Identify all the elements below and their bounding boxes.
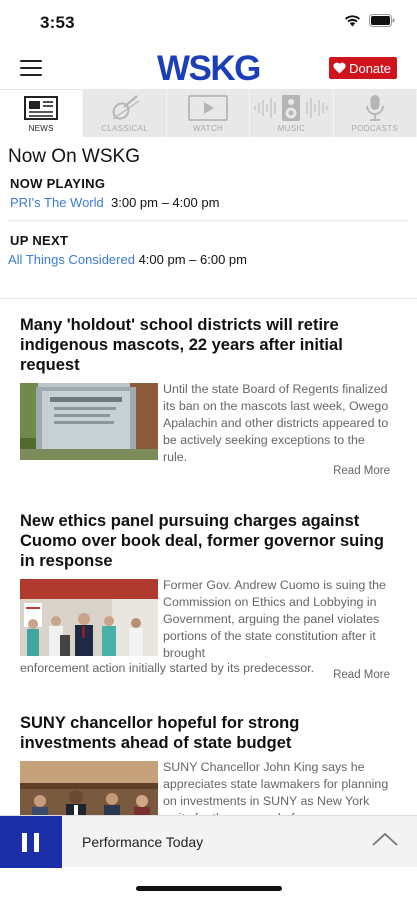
tab-label: MUSIC <box>277 124 306 133</box>
article-summary: Until the state Board of Regents finaliz… <box>163 382 389 464</box>
article-title[interactable]: New ethics panel pursuing charges agains… <box>20 511 392 571</box>
now-playing-show-link[interactable]: PRI's The World <box>10 195 104 210</box>
tab-music[interactable]: MUSIC <box>250 90 334 137</box>
microphone-icon <box>365 95 384 121</box>
tab-label: PODCASTS <box>351 124 399 133</box>
tab-label: WATCH <box>193 124 223 133</box>
violin-icon <box>112 95 139 120</box>
now-playing-label: NOW PLAYING <box>10 176 106 191</box>
wskg-logo[interactable]: WSKG <box>157 49 261 89</box>
battery-icon <box>369 14 395 27</box>
home-indicator <box>136 886 282 891</box>
status-time: 3:53 <box>40 13 75 32</box>
article-title[interactable]: SUNY chancellor hopeful for strong inves… <box>20 713 392 753</box>
article-thumbnail[interactable] <box>20 383 158 460</box>
wifi-icon <box>345 15 360 27</box>
mini-player: Performance Today <box>0 815 417 868</box>
heart-icon <box>333 62 346 74</box>
up-next-label: UP NEXT <box>10 233 69 248</box>
tab-watch[interactable]: WATCH <box>166 90 251 137</box>
article-title[interactable]: Many 'holdout' school districts will ret… <box>20 315 392 375</box>
play-screen-icon <box>188 95 228 121</box>
pause-button[interactable] <box>0 816 62 868</box>
article-card: New ethics panel pursuing charges agains… <box>20 511 392 681</box>
tab-news[interactable]: NEWS <box>0 90 84 137</box>
tab-podcasts[interactable]: PODCASTS <box>333 90 417 137</box>
section-tabs: NEWS CLASSICAL WATCH MUSIC PODCASTS <box>0 90 417 137</box>
pause-icon-bar <box>34 833 39 852</box>
app-header: WSKG Donate <box>0 46 417 90</box>
newspaper-icon <box>24 96 59 120</box>
tab-classical[interactable]: CLASSICAL <box>83 90 167 137</box>
up-next-row: All Things Considered 4:00 pm – 6:00 pm <box>8 252 247 267</box>
speaker-icon <box>254 95 329 121</box>
up-next-show-link[interactable]: All Things Considered <box>8 252 135 267</box>
article-summary: Former Gov. Andrew Cuomo is suing the Co… <box>163 578 386 660</box>
donate-label: Donate <box>349 60 391 76</box>
status-icons <box>344 14 395 27</box>
read-more-link[interactable]: Read More <box>333 465 390 477</box>
up-next-time: 4:00 pm – 6:00 pm <box>138 252 247 267</box>
tab-label: CLASSICAL <box>101 124 148 133</box>
article-card: SUNY chancellor hopeful for strong inves… <box>20 713 392 838</box>
section-divider <box>0 298 417 299</box>
status-bar: 3:53 <box>0 0 417 46</box>
article-thumbnail[interactable] <box>20 579 158 656</box>
hamburger-menu-icon[interactable] <box>20 60 42 76</box>
tab-label: NEWS <box>28 124 54 133</box>
read-more-link[interactable]: Read More <box>333 669 390 681</box>
now-on-title: Now On WSKG <box>8 146 140 167</box>
divider <box>8 220 409 221</box>
donate-button[interactable]: Donate <box>329 57 397 79</box>
player-title: Performance Today <box>82 834 204 850</box>
now-playing-time: 3:00 pm – 4:00 pm <box>111 195 220 210</box>
pause-icon <box>22 833 27 852</box>
now-playing-row: PRI's The World 3:00 pm – 4:00 pm <box>10 195 219 210</box>
article-card: Many 'holdout' school districts will ret… <box>20 315 392 477</box>
chevron-up-icon[interactable] <box>371 830 399 848</box>
